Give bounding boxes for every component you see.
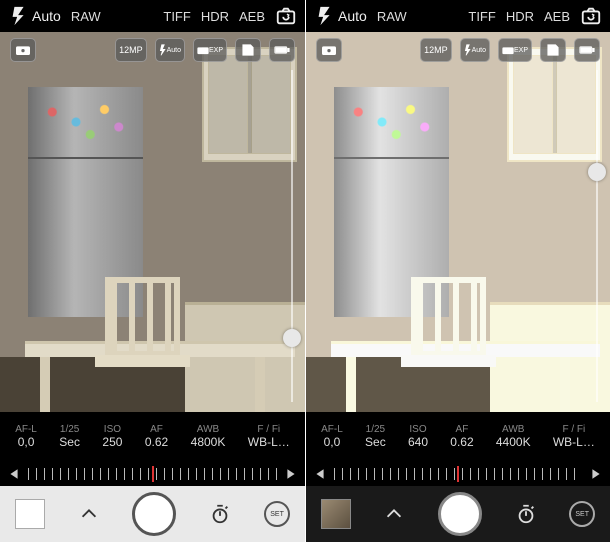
ruler-center-mark xyxy=(152,466,154,482)
camera-pill[interactable] xyxy=(10,38,36,62)
setting-af[interactable]: AF0.62 xyxy=(450,424,473,449)
camera-pane-right: Auto RAW TIFF HDR AEB 12MP Auto EXP AF-L… xyxy=(305,0,610,542)
status-pill-row: 12MP Auto EXP xyxy=(306,36,610,64)
setting-af[interactable]: AF0.62 xyxy=(145,424,168,449)
switch-camera-icon[interactable] xyxy=(275,5,297,27)
setting-awb[interactable]: AWB4400K xyxy=(496,424,531,449)
setting-filter[interactable]: F / FiWB-L… xyxy=(553,424,595,449)
camera-pill[interactable] xyxy=(316,38,342,62)
switch-camera-icon[interactable] xyxy=(580,5,602,27)
viewfinder[interactable] xyxy=(306,32,610,412)
battery-icon xyxy=(579,44,595,56)
flash-mode-button[interactable]: Auto xyxy=(314,5,367,27)
triangle-right-icon[interactable] xyxy=(285,468,297,480)
settings-row: AF-L0,0 1/25Sec ISO250 AF0.62 AWB4800K F… xyxy=(0,414,305,460)
flash-icon xyxy=(8,5,30,27)
setting-shutter[interactable]: 1/25Sec xyxy=(365,424,386,449)
timer-icon xyxy=(515,503,537,525)
set-button[interactable]: SET xyxy=(569,501,595,527)
ruler-center-mark xyxy=(457,466,459,482)
viewfinder[interactable] xyxy=(0,32,305,412)
setting-iso[interactable]: ISO640 xyxy=(408,424,428,449)
resolution-pill[interactable]: 12MP xyxy=(115,38,147,62)
camera-icon xyxy=(15,44,31,56)
exposure-slider-track[interactable] xyxy=(291,70,293,402)
battery-pill[interactable] xyxy=(574,38,600,62)
timer-icon xyxy=(209,503,231,525)
mode-aeb[interactable]: AEB xyxy=(239,9,265,24)
timer-button[interactable] xyxy=(512,500,540,528)
ruler-track[interactable] xyxy=(28,468,277,480)
setting-awb[interactable]: AWB4800K xyxy=(191,424,226,449)
shutter-button[interactable] xyxy=(438,492,482,536)
exposure-slider-knob[interactable] xyxy=(588,163,606,181)
flash-mode-label: Auto xyxy=(338,8,367,24)
exposure-slider-track[interactable] xyxy=(596,70,598,402)
status-pill-row: 12MP Auto EXP xyxy=(0,36,305,64)
battery-pill[interactable] xyxy=(269,38,295,62)
chevron-up-icon xyxy=(383,503,405,525)
expand-up-button[interactable] xyxy=(75,500,103,528)
setting-afl[interactable]: AF-L0,0 xyxy=(321,424,343,449)
shutter-button[interactable] xyxy=(132,492,176,536)
camera-icon xyxy=(321,44,337,56)
mode-hdr[interactable]: HDR xyxy=(201,9,229,24)
mode-hdr[interactable]: HDR xyxy=(506,9,534,24)
timer-button[interactable] xyxy=(206,500,234,528)
mode-tiff[interactable]: TIFF xyxy=(163,9,190,24)
flash-icon xyxy=(159,44,167,56)
format-label[interactable]: RAW xyxy=(377,9,407,24)
triangle-right-icon[interactable] xyxy=(590,468,602,480)
flash-icon xyxy=(464,44,472,56)
settings-row: AF-L0,0 1/25Sec ISO640 AF0.62 AWB4400K F… xyxy=(306,414,610,460)
triangle-left-icon[interactable] xyxy=(8,468,20,480)
mode-aeb[interactable]: AEB xyxy=(544,9,570,24)
gallery-thumb[interactable] xyxy=(321,499,351,529)
exp-pill[interactable]: EXP xyxy=(193,38,227,62)
flash-pill[interactable]: Auto xyxy=(460,38,490,62)
setting-iso[interactable]: ISO250 xyxy=(102,424,122,449)
mode-tiff[interactable]: TIFF xyxy=(468,9,495,24)
triangle-left-icon[interactable] xyxy=(314,468,326,480)
set-button[interactable]: SET xyxy=(264,501,290,527)
camera-small-icon xyxy=(197,44,209,56)
sdcard-icon xyxy=(545,44,561,56)
battery-icon xyxy=(274,44,290,56)
top-bar: Auto RAW TIFF HDR AEB xyxy=(0,0,305,32)
bottom-toolbar: SET xyxy=(0,486,305,542)
setting-afl[interactable]: AF-L0,0 xyxy=(15,424,37,449)
setting-filter[interactable]: F / FiWB-L… xyxy=(248,424,290,449)
storage-pill[interactable] xyxy=(540,38,566,62)
exp-pill[interactable]: EXP xyxy=(498,38,532,62)
flash-icon xyxy=(314,5,336,27)
flash-mode-button[interactable]: Auto xyxy=(8,5,61,27)
value-ruler[interactable] xyxy=(306,462,610,486)
ruler-track[interactable] xyxy=(334,468,582,480)
chevron-up-icon xyxy=(78,503,100,525)
camera-pane-left: Auto RAW TIFF HDR AEB 12MP Auto EXP AF-L… xyxy=(0,0,305,542)
resolution-pill[interactable]: 12MP xyxy=(420,38,452,62)
gallery-thumb[interactable] xyxy=(15,499,45,529)
flash-mode-label: Auto xyxy=(32,8,61,24)
value-ruler[interactable] xyxy=(0,462,305,486)
storage-pill[interactable] xyxy=(235,38,261,62)
camera-small-icon xyxy=(502,44,514,56)
setting-shutter[interactable]: 1/25Sec xyxy=(59,424,80,449)
flash-pill[interactable]: Auto xyxy=(155,38,185,62)
sdcard-icon xyxy=(240,44,256,56)
bottom-toolbar: SET xyxy=(306,486,610,542)
format-label[interactable]: RAW xyxy=(71,9,101,24)
top-bar: Auto RAW TIFF HDR AEB xyxy=(306,0,610,32)
expand-up-button[interactable] xyxy=(380,500,408,528)
exposure-slider-knob[interactable] xyxy=(283,329,301,347)
